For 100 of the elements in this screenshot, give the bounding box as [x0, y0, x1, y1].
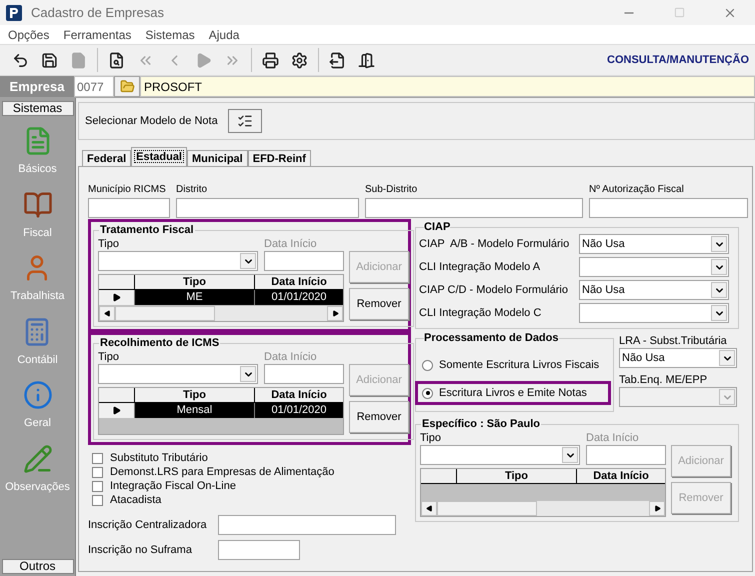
- group-title: Tratamento Fiscal: [99, 224, 195, 237]
- scroll-right-icon[interactable]: [327, 306, 343, 321]
- info-icon[interactable]: [22, 380, 52, 410]
- maximize-icon[interactable]: [674, 7, 685, 18]
- horizontal-scrollbar[interactable]: [421, 500, 665, 516]
- input-field[interactable]: [218, 515, 396, 535]
- row-pointer-icon: [112, 406, 121, 415]
- checkbox-label: Integração Fiscal On-Line: [110, 478, 236, 494]
- field-label: Município RICMS: [88, 183, 167, 196]
- field-label: Data Início: [586, 431, 640, 445]
- field-label: Tab.Enq. ME/EPP: [619, 373, 708, 387]
- dropdown-field[interactable]: [98, 364, 258, 384]
- company-code-field[interactable]: 0077: [74, 76, 114, 97]
- field-label: Data Início: [264, 350, 318, 364]
- export-icon: [329, 52, 346, 68]
- column-header: Data Início: [270, 388, 328, 402]
- scroll-left-icon[interactable]: [99, 306, 115, 321]
- document-icon: [70, 52, 87, 68]
- book-icon[interactable]: [22, 190, 52, 220]
- table-cell-text: 01/01/2020: [270, 290, 328, 305]
- checkbox[interactable]: [92, 452, 103, 464]
- printer-icon: [262, 52, 279, 68]
- undo-icon: [12, 52, 29, 68]
- radio-button[interactable]: [422, 360, 433, 370]
- column-header: Tipo: [457, 469, 577, 483]
- list-icon: [236, 113, 253, 129]
- dropdown-field[interactable]: Não Usa: [619, 348, 737, 368]
- dropdown-field[interactable]: Não Usa: [579, 234, 729, 254]
- model-label: Selecionar Modelo de Nota: [85, 114, 218, 129]
- sidebar-footer[interactable]: Outros: [2, 559, 74, 574]
- menu-item[interactable]: Ajuda: [208, 26, 240, 44]
- field-label: Distrito: [176, 183, 208, 196]
- scroll-left-icon[interactable]: [421, 501, 437, 516]
- dropdown-field[interactable]: [579, 303, 729, 323]
- input-field[interactable]: [176, 198, 359, 218]
- table-row[interactable]: Mensal 01/01/2020: [99, 403, 343, 418]
- input-field[interactable]: [264, 251, 344, 271]
- input-field[interactable]: [586, 445, 666, 465]
- field-label: CLI Integração Modelo A: [419, 260, 542, 275]
- table-row[interactable]: ME 01/01/2020: [99, 290, 343, 305]
- tab[interactable]: Estadual: [131, 147, 187, 166]
- scroll-thumb[interactable]: [115, 306, 215, 321]
- input-field[interactable]: [88, 198, 170, 218]
- button[interactable]: Remover: [349, 401, 409, 433]
- field-label: LRA - Subst.Tributária: [619, 334, 728, 348]
- scroll-thumb[interactable]: [437, 501, 537, 516]
- table-cell: Mensal: [135, 403, 255, 418]
- field-label: Inscrição Centralizadora: [88, 518, 208, 533]
- table-cell-text: 01/01/2020: [270, 403, 328, 418]
- tab[interactable]: Municipal: [187, 150, 248, 166]
- menu-item[interactable]: Sistemas: [145, 26, 195, 44]
- input-field[interactable]: [218, 540, 300, 560]
- radio-label: Somente Escritura Livros Fiscais: [439, 358, 600, 373]
- horizontal-scrollbar[interactable]: [99, 305, 343, 321]
- field-label: Inscrição no Suframa: [88, 542, 193, 558]
- field-label: Nº Autorização Fiscal: [589, 183, 685, 196]
- column-header: Data Início: [270, 275, 328, 289]
- door-icon: [358, 52, 375, 68]
- save-icon: [41, 52, 58, 68]
- field-label: Tipo: [420, 431, 442, 445]
- column-header: Data Início: [592, 469, 650, 483]
- group-title: Específico : São Paulo: [421, 418, 541, 431]
- group-title: CIAP: [424, 221, 450, 234]
- button[interactable]: Remover: [349, 288, 409, 320]
- scroll-right-icon[interactable]: [649, 501, 665, 516]
- tab[interactable]: Federal: [82, 150, 132, 166]
- company-name-field[interactable]: PROSOFT: [140, 76, 755, 97]
- checkbox-label: Atacadista: [110, 492, 162, 508]
- company-label: Empresa: [0, 76, 74, 97]
- input-field[interactable]: [589, 198, 748, 218]
- checkbox[interactable]: [92, 480, 103, 492]
- dropdown-field[interactable]: [98, 251, 258, 271]
- checkbox-label: Substituto Tributário: [110, 450, 208, 466]
- field-label: CLI Integração Modelo C: [419, 306, 542, 321]
- pencil-icon[interactable]: [22, 444, 52, 474]
- gear-icon: [291, 52, 308, 68]
- field-label: Tipo: [98, 350, 120, 364]
- dropdown-field[interactable]: Não Usa: [579, 280, 729, 300]
- radio-label: Escritura Livros e Emite Notas: [439, 386, 587, 401]
- sidebar-header[interactable]: Sistemas: [2, 101, 74, 116]
- checkbox[interactable]: [92, 466, 103, 478]
- folder-icon: [120, 79, 134, 94]
- tab[interactable]: EFD-Reinf: [248, 150, 311, 166]
- field-label: Data Início: [264, 237, 318, 251]
- dropdown-field[interactable]: [420, 445, 580, 465]
- input-field[interactable]: [365, 198, 583, 218]
- menu-item[interactable]: Ferramentas: [63, 26, 132, 44]
- dropdown-field[interactable]: [579, 257, 729, 277]
- radio-button[interactable]: [422, 388, 433, 398]
- preview-icon: [108, 52, 125, 68]
- input-field[interactable]: [264, 364, 344, 384]
- field-label: Sub-Distrito: [365, 183, 418, 196]
- menu-item[interactable]: Opções: [8, 26, 50, 44]
- row-pointer-icon: [112, 293, 121, 302]
- app-logo-icon: [6, 4, 22, 20]
- mode-label: CONSULTA/MANUTENÇÃO: [607, 52, 749, 68]
- group-title: Recolhimento de ICMS: [99, 337, 220, 350]
- select-model-button[interactable]: [228, 109, 262, 133]
- checkbox[interactable]: [92, 494, 103, 506]
- column-header: Tipo: [135, 275, 255, 289]
